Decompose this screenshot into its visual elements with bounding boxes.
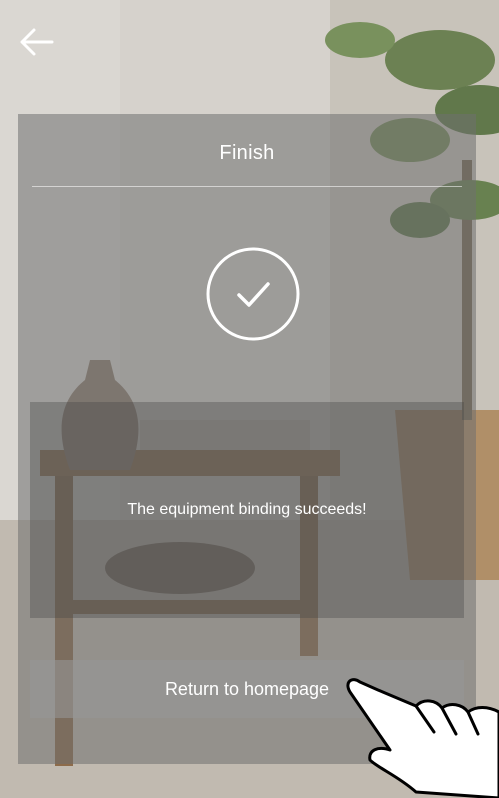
title-divider [32,186,462,187]
return-to-homepage-label: Return to homepage [164,678,330,699]
success-message: The equipment binding succeeds! [127,501,367,518]
arrow-left-icon [20,28,54,56]
back-button[interactable] [14,20,58,64]
pointing-hand-icon [346,678,499,798]
check-circle-icon [206,247,300,341]
success-message-box: The equipment binding succeeds! [30,402,464,618]
finish-panel: Finish The equipment binding succeeds! R… [18,114,476,764]
page-title: Finish [219,142,275,164]
finish-screen: Finish The equipment binding succeeds! R… [0,0,499,798]
